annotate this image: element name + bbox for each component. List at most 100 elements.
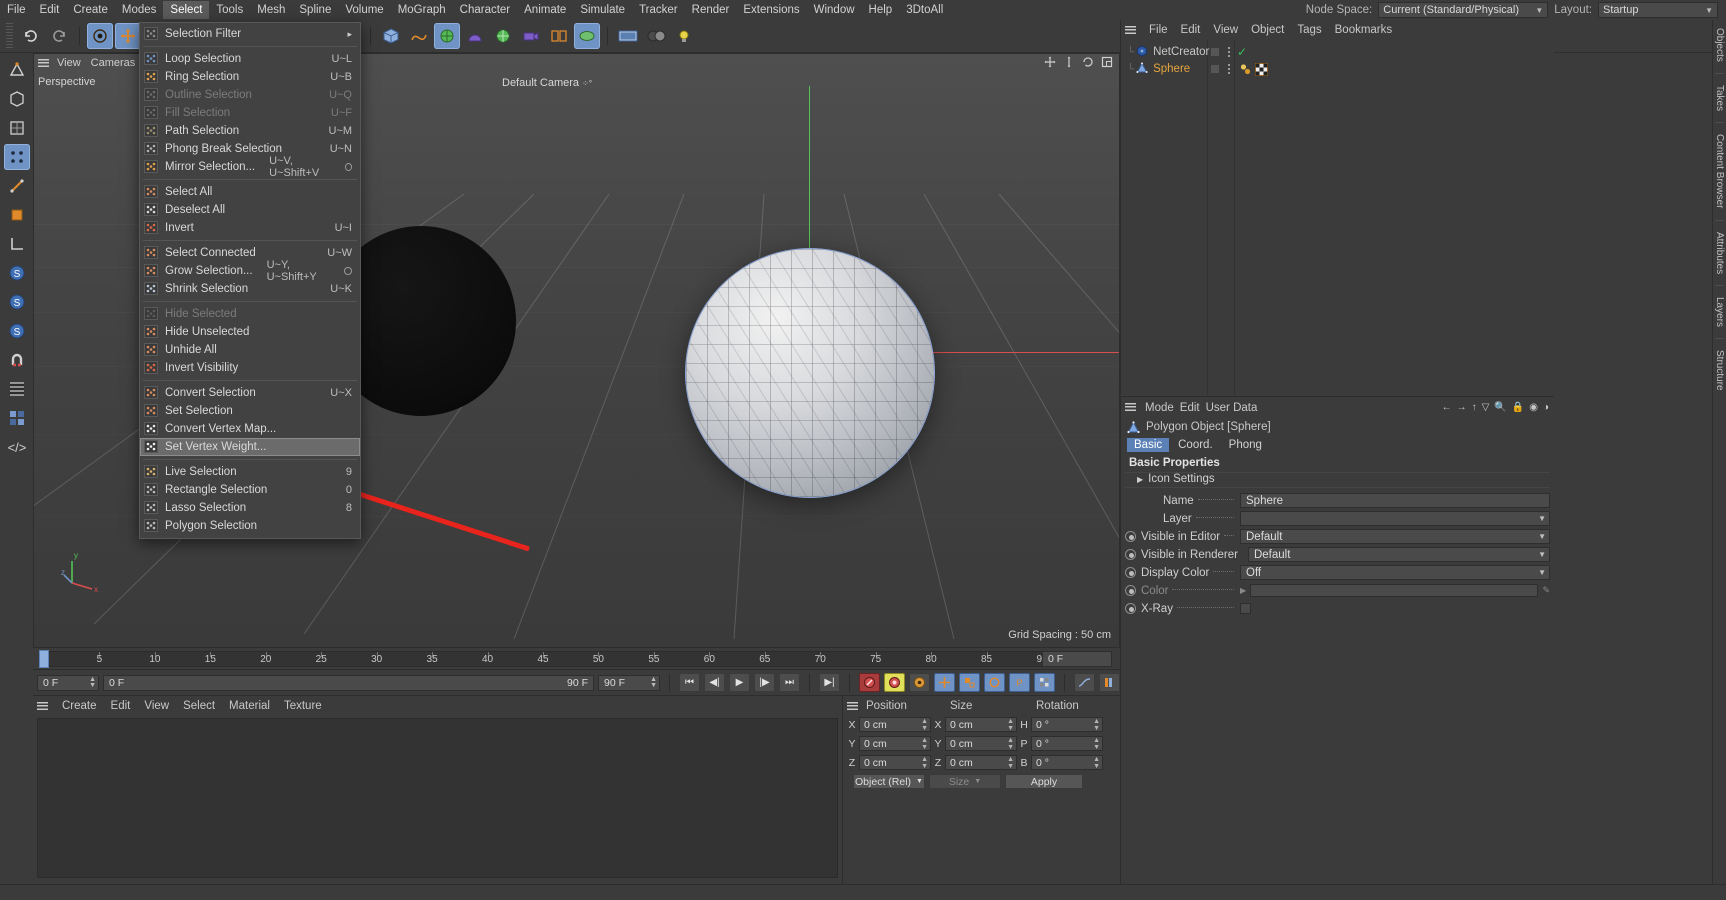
add-cube-object-button[interactable] bbox=[378, 23, 404, 49]
spinner-icon[interactable]: ▲ ▼ bbox=[1007, 756, 1014, 770]
menu-edit[interactable]: Edit bbox=[33, 1, 67, 19]
mograph-button[interactable] bbox=[574, 23, 600, 49]
texture-tag[interactable] bbox=[1255, 62, 1268, 76]
snap-button[interactable]: S bbox=[4, 260, 30, 286]
rotation-b-field[interactable]: 0 ° ▲ ▼ bbox=[1031, 755, 1103, 770]
menu-item-grow-selection[interactable]: Grow Selection... U~Y, U~Shift+Y bbox=[140, 259, 360, 283]
show-fcurves-button[interactable] bbox=[1074, 673, 1095, 692]
start-frame-field[interactable]: 0 F ▲ ▼ bbox=[37, 674, 99, 691]
menu-create[interactable]: Create bbox=[66, 1, 115, 19]
enabled-check-icon[interactable]: ✓ bbox=[1237, 45, 1247, 59]
forward-arrow-icon[interactable]: → bbox=[1457, 402, 1467, 413]
timeline-playhead[interactable] bbox=[39, 650, 49, 668]
add-spline-button[interactable] bbox=[406, 23, 432, 49]
animate-radio-icon[interactable] bbox=[1125, 531, 1136, 542]
material-menu-create[interactable]: Create bbox=[56, 699, 103, 713]
menu-character[interactable]: Character bbox=[453, 1, 518, 19]
lock-icon[interactable]: 🔒 bbox=[1512, 402, 1524, 413]
toolbar-grip[interactable] bbox=[6, 23, 13, 49]
menu-item-ring-selection[interactable]: Ring Selection U~B bbox=[140, 68, 360, 86]
content-browser-button[interactable] bbox=[615, 23, 641, 49]
go-to-end-button[interactable]: ⏭ bbox=[779, 673, 800, 692]
field-value-layer[interactable]: ▼ bbox=[1240, 511, 1550, 526]
timeline-mode-button[interactable] bbox=[1099, 673, 1120, 692]
model-mode-button[interactable] bbox=[4, 86, 30, 112]
undo-button[interactable] bbox=[18, 23, 44, 49]
menu-item-unhide-all[interactable]: Unhide All bbox=[140, 341, 360, 359]
pin-icon[interactable]: ◉ bbox=[1529, 402, 1538, 413]
menu-mesh[interactable]: Mesh bbox=[250, 1, 292, 19]
animate-radio-icon[interactable] bbox=[1125, 549, 1136, 560]
menu-modes[interactable]: Modes bbox=[115, 1, 164, 19]
tab-coord[interactable]: Coord. bbox=[1171, 438, 1220, 452]
rotation-h-field[interactable]: 0 ° ▲ ▼ bbox=[1031, 717, 1103, 732]
visibility-dots[interactable] bbox=[1224, 64, 1233, 74]
size-mode-select[interactable]: Size ▼ bbox=[929, 774, 1001, 789]
material-menu-view[interactable]: View bbox=[138, 699, 175, 713]
move-tool-button[interactable] bbox=[115, 23, 141, 49]
dock-tab-content-browser[interactable]: Content Browser bbox=[1713, 126, 1726, 216]
add-camera-button[interactable] bbox=[518, 23, 544, 49]
dock-tab-attributes[interactable]: Attributes bbox=[1713, 224, 1726, 282]
object-menu-view[interactable]: View bbox=[1208, 23, 1243, 37]
color-swatch[interactable] bbox=[1250, 584, 1539, 597]
menu-item-convert-vertex-map[interactable]: Convert Vertex Map... bbox=[140, 420, 360, 438]
menu-item-polygon-selection[interactable]: Polygon Selection bbox=[140, 517, 360, 535]
menu-select[interactable]: Select bbox=[163, 1, 210, 19]
apply-button[interactable]: Apply bbox=[1005, 774, 1083, 789]
go-to-start-button[interactable]: ⏮ bbox=[679, 673, 700, 692]
position-key-button[interactable] bbox=[934, 673, 955, 692]
enable-axis-button[interactable] bbox=[4, 231, 30, 257]
rotation-key-button[interactable] bbox=[984, 673, 1005, 692]
redo-button[interactable] bbox=[46, 23, 72, 49]
field-value-display-color[interactable]: Off ▼ bbox=[1240, 565, 1550, 580]
menu-animate[interactable]: Animate bbox=[517, 1, 573, 19]
add-light-button[interactable] bbox=[671, 23, 697, 49]
icon-settings-group[interactable]: ▶ Icon Settings bbox=[1125, 472, 1550, 488]
spinner-icon[interactable]: ▲ ▼ bbox=[1093, 737, 1100, 751]
tab-phong[interactable]: Phong bbox=[1222, 438, 1269, 452]
animate-radio-icon[interactable] bbox=[1125, 603, 1136, 614]
menu-item-set-selection[interactable]: Set Selection bbox=[140, 402, 360, 420]
gear-icon[interactable] bbox=[344, 267, 352, 275]
menu-file[interactable]: File bbox=[0, 1, 33, 19]
end-frame-field[interactable]: 90 F ▲ ▼ bbox=[598, 674, 660, 691]
gear-icon[interactable] bbox=[344, 163, 352, 171]
material-menu-edit[interactable]: Edit bbox=[105, 699, 137, 713]
dock-tab-layers[interactable]: Layers bbox=[1713, 289, 1726, 335]
material-menu-texture[interactable]: Texture bbox=[278, 699, 328, 713]
chevron-down-icon[interactable]: ▼ bbox=[1538, 568, 1546, 577]
menu-item-loop-selection[interactable]: Loop Selection U~L bbox=[140, 50, 360, 68]
material-menu-material[interactable]: Material bbox=[223, 699, 276, 713]
previous-frame-button[interactable]: ◀| bbox=[704, 673, 725, 692]
menu-item-live-selection[interactable]: Live Selection 9 bbox=[140, 463, 360, 481]
size-y-field[interactable]: 0 cm ▲ ▼ bbox=[945, 736, 1017, 751]
xray-checkbox[interactable] bbox=[1240, 603, 1251, 614]
points-mode-button[interactable] bbox=[3, 144, 30, 170]
material-preview-button[interactable] bbox=[643, 23, 669, 49]
live-selection-tool-button[interactable] bbox=[87, 23, 113, 49]
menu-tools[interactable]: Tools bbox=[209, 1, 250, 19]
size-z-field[interactable]: 0 cm ▲ ▼ bbox=[945, 755, 1017, 770]
spinner-icon[interactable]: ▲ ▼ bbox=[1093, 718, 1100, 732]
search-icon[interactable]: 🔍 bbox=[1494, 402, 1506, 413]
phong-tag[interactable] bbox=[1239, 63, 1252, 76]
next-frame-button[interactable]: |▶ bbox=[754, 673, 775, 692]
add-generator-button[interactable] bbox=[434, 23, 460, 49]
record-active-objects-button[interactable] bbox=[859, 673, 880, 692]
timeline-current-frame-field[interactable]: 0 F bbox=[1042, 651, 1112, 667]
options-icon[interactable]: ◑ bbox=[1543, 402, 1549, 413]
dock-tab-takes[interactable]: Takes bbox=[1713, 77, 1726, 119]
add-deformer-button[interactable] bbox=[462, 23, 488, 49]
play-button[interactable]: ▶ bbox=[729, 673, 750, 692]
layout-select[interactable]: Startup ▼ bbox=[1598, 2, 1718, 18]
grid-array-button[interactable] bbox=[4, 405, 30, 431]
field-value-visible-in-renderer[interactable]: Default ▼ bbox=[1247, 547, 1550, 562]
animation-range-bar[interactable]: 0 F 90 F bbox=[103, 674, 594, 691]
spinner-icon[interactable]: ▲ ▼ bbox=[1007, 737, 1014, 751]
menu-item-mirror-selection[interactable]: Mirror Selection... U~V, U~Shift+V bbox=[140, 155, 360, 179]
animate-radio-icon[interactable] bbox=[1125, 585, 1136, 596]
attribute-menu-mode[interactable]: Mode bbox=[1145, 402, 1174, 414]
dock-tab-objects[interactable]: Objects bbox=[1713, 20, 1726, 70]
script-button[interactable]: </> bbox=[4, 434, 30, 460]
